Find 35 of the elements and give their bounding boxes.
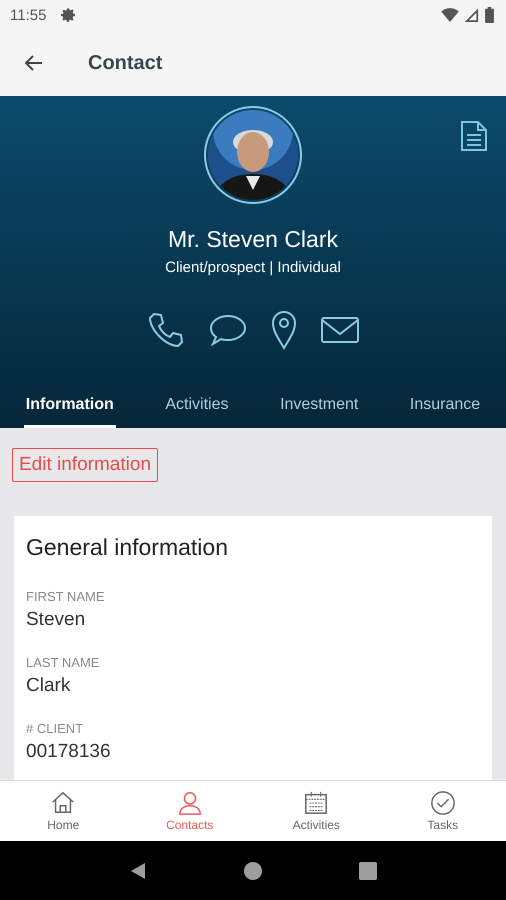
home-button-icon[interactable] bbox=[242, 860, 263, 880]
tab[interactable]: Information bbox=[24, 384, 116, 428]
recents-icon[interactable] bbox=[358, 860, 378, 880]
chat-bubble-icon[interactable] bbox=[208, 313, 248, 347]
envelope-icon[interactable] bbox=[320, 315, 360, 345]
field-value: Steven bbox=[26, 609, 86, 631]
status-time: 11:55 bbox=[10, 6, 46, 24]
tab[interactable]: Activities bbox=[163, 384, 230, 428]
calendar-icon bbox=[303, 790, 330, 816]
field-label: # CLIENT bbox=[26, 721, 84, 736]
card-title: General information bbox=[26, 534, 229, 561]
edit-information-button[interactable]: Edit information bbox=[12, 448, 158, 482]
signal-icon bbox=[465, 8, 479, 22]
field-label: LAST NAME bbox=[26, 655, 100, 670]
wifi-icon bbox=[441, 8, 459, 22]
tab[interactable]: Investment bbox=[278, 384, 360, 428]
location-pin-icon[interactable] bbox=[270, 310, 298, 350]
screen-title: Contact bbox=[88, 52, 162, 74]
battery-icon bbox=[485, 7, 494, 23]
nav-item[interactable]: Contacts bbox=[126, 781, 253, 841]
field-value: Clark bbox=[26, 675, 72, 697]
nav-item[interactable]: Tasks bbox=[380, 781, 506, 841]
nav-item[interactable]: Activities bbox=[253, 781, 380, 841]
field-value: 00178136 bbox=[26, 741, 112, 763]
check-circle-icon bbox=[430, 790, 456, 816]
contact-name: Mr. Steven Clark bbox=[168, 226, 338, 253]
home-icon bbox=[50, 790, 76, 816]
phone-icon[interactable] bbox=[146, 310, 186, 350]
tab[interactable]: Insurance bbox=[408, 384, 482, 428]
document-icon[interactable] bbox=[460, 120, 488, 152]
field-label: FIRST NAME bbox=[26, 589, 106, 604]
contact-type: Client/prospect | Individual bbox=[165, 259, 341, 276]
person-icon bbox=[176, 790, 203, 816]
nav-item[interactable]: Home bbox=[0, 781, 126, 841]
settings-icon bbox=[60, 7, 76, 23]
